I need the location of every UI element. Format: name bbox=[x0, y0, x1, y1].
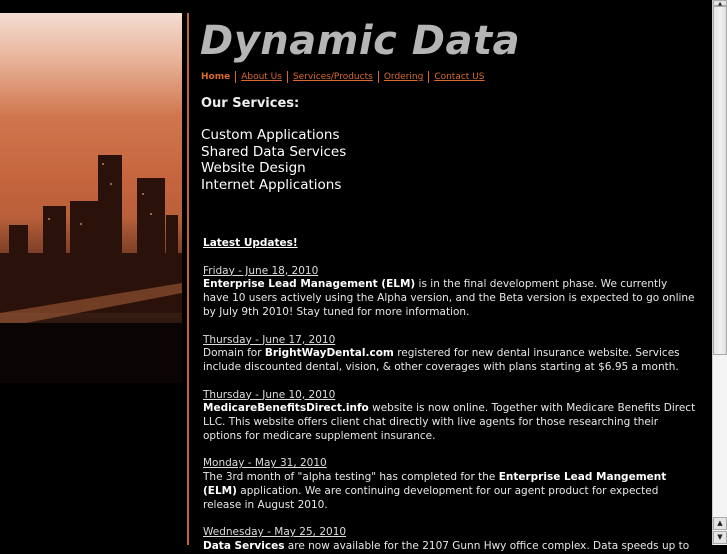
update-date: Wednesday - May 25, 2010 bbox=[203, 526, 347, 539]
update-date: Thursday - June 10, 2010 bbox=[203, 388, 336, 401]
top-bar bbox=[0, 0, 712, 13]
update-text: MedicareBenefitsDirect.info website is n… bbox=[203, 402, 696, 442]
main-content: Dynamic Data Home About Us Services/Prod… bbox=[200, 13, 696, 554]
update-entry: Wednesday - May 25, 2010 Data Services a… bbox=[203, 526, 696, 553]
nav-divider bbox=[286, 71, 288, 83]
orange-divider bbox=[187, 13, 189, 545]
service-item: Internet Applications bbox=[201, 176, 342, 193]
update-entry: Friday - June 18, 2010 Enterprise Lead M… bbox=[203, 265, 696, 320]
nav-divider bbox=[428, 71, 430, 83]
update-date: Friday - June 18, 2010 bbox=[203, 264, 319, 277]
nav-divider bbox=[235, 71, 237, 83]
scrollbar-thumb[interactable] bbox=[713, 6, 727, 355]
scroll-up-arrow-icon[interactable]: ▲ bbox=[713, 517, 727, 530]
nav-ordering[interactable]: Ordering bbox=[384, 72, 424, 82]
update-entry: Thursday - June 10, 2010 MedicareBenefit… bbox=[203, 389, 696, 444]
latest-updates: Latest Updates! Friday - June 18, 2010 E… bbox=[201, 237, 696, 554]
service-item: Custom Applications bbox=[201, 127, 340, 143]
update-text: The 3rd month of "alpha testing" has com… bbox=[203, 471, 667, 511]
update-date: Thursday - June 17, 2010 bbox=[203, 333, 336, 346]
nav-bar: Home About Us Services/Products Ordering… bbox=[201, 71, 696, 83]
update-date: Monday - May 31, 2010 bbox=[203, 457, 327, 470]
nav-divider bbox=[377, 71, 379, 83]
services-list: Custom Applications Shared Data Services… bbox=[201, 127, 696, 193]
site-title: Dynamic Data bbox=[200, 18, 521, 64]
update-entry: Thursday - June 17, 2010 Domain for Brig… bbox=[203, 334, 696, 375]
scroll-down-arrow-icon[interactable]: ▼ bbox=[713, 531, 727, 544]
services-heading: Our Services: bbox=[201, 96, 300, 111]
update-text: Enterprise Lead Management (ELM) is in t… bbox=[203, 278, 695, 318]
update-text: Data Services are now available for the … bbox=[203, 539, 690, 552]
nav-contact-us[interactable]: Contact US bbox=[434, 72, 484, 82]
update-entry: Monday - May 31, 2010 The 3rd month of "… bbox=[203, 457, 696, 512]
nav-about-us[interactable]: About Us bbox=[241, 72, 282, 82]
update-text: Domain for BrightWayDental.com registere… bbox=[203, 347, 680, 373]
nav-home[interactable]: Home bbox=[201, 72, 230, 82]
nav-services-products[interactable]: Services/Products bbox=[293, 72, 373, 82]
updates-heading: Latest Updates! bbox=[203, 237, 298, 249]
vertical-scrollbar[interactable]: ▲ ▲ ▼ bbox=[712, 0, 727, 545]
service-item: Shared Data Services bbox=[201, 143, 347, 160]
service-item: Website Design bbox=[201, 160, 306, 176]
city-skyline-image bbox=[0, 13, 182, 383]
